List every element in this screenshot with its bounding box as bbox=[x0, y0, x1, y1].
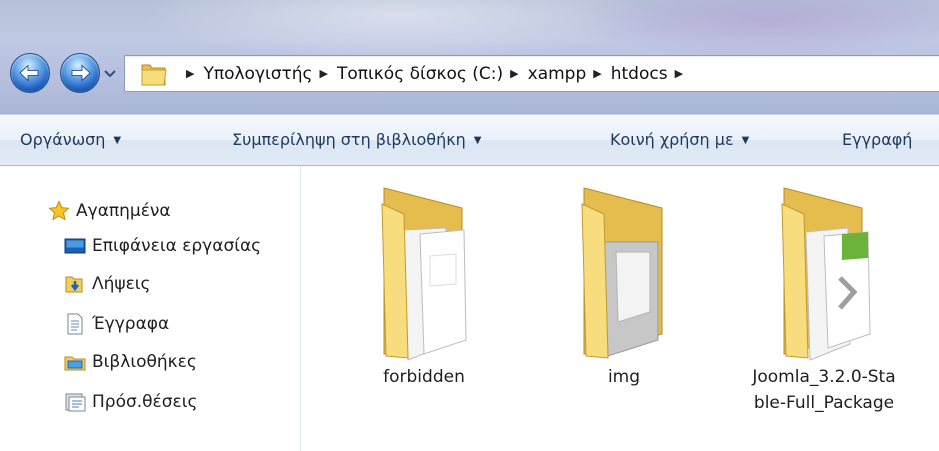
nav-item-places[interactable]: Πρόσ.θέσεις bbox=[64, 388, 197, 416]
folder-name: Joomla_3.2.0-Sta ble-Full_Package bbox=[734, 364, 914, 416]
chevron-down-icon bbox=[104, 70, 116, 78]
navigation-pane: Αγαπημένα Επιφάνεια εργασίας Λήψεις Έγγρ… bbox=[0, 166, 301, 451]
burn-button[interactable]: Εγγραφή bbox=[842, 130, 912, 149]
command-bar: Οργάνωση ▼ Συμπερίληψη στη βιβλιοθήκη ▼ Κο… bbox=[0, 114, 939, 166]
address-bar[interactable]: ▶ Υπολογιστής ▶ Τοπικός δίσκος (C:) ▶ xa… bbox=[124, 55, 939, 92]
share-with-button[interactable]: Κοινή χρήση με ▼ bbox=[610, 130, 749, 149]
forward-button[interactable] bbox=[60, 53, 100, 93]
star-icon bbox=[48, 200, 70, 222]
recent-pages-dropdown[interactable] bbox=[102, 62, 118, 84]
nav-item-label: Λήψεις bbox=[92, 274, 151, 294]
caret-down-icon: ▼ bbox=[473, 135, 482, 146]
arrow-left-icon bbox=[19, 64, 39, 82]
folder-package-icon bbox=[781, 187, 871, 361]
nav-item-label: Βιβλιοθήκες bbox=[92, 352, 197, 372]
folder-name: img bbox=[607, 367, 641, 387]
folder-name-line: Joomla_3.2.0-Sta bbox=[752, 367, 896, 387]
folder-item-joomla-package[interactable]: Joomla_3.2.0-Sta ble-Full_Package bbox=[734, 166, 914, 426]
recent-places-icon bbox=[64, 391, 86, 413]
burn-label: Εγγραφή bbox=[842, 130, 913, 149]
documents-icon bbox=[64, 313, 86, 335]
organize-menu-button[interactable]: Οργάνωση ▼ bbox=[20, 130, 121, 149]
libraries-icon bbox=[64, 351, 86, 373]
breadcrumb-separator-icon[interactable]: ▶ bbox=[510, 67, 518, 80]
nav-item-label: Αγαπημένα bbox=[76, 201, 171, 221]
nav-item-label: Έγγραφα bbox=[92, 314, 170, 334]
aero-glow bbox=[560, 0, 939, 60]
organize-label: Οργάνωση bbox=[20, 130, 106, 149]
nav-item-label: Επιφάνεια εργασίας bbox=[92, 236, 262, 256]
caret-down-icon: ▼ bbox=[113, 135, 122, 146]
breadcrumb-htdocs[interactable]: htdocs bbox=[611, 64, 668, 84]
nav-item-downloads[interactable]: Λήψεις bbox=[64, 270, 151, 298]
breadcrumb-separator-icon[interactable]: ▶ bbox=[675, 67, 683, 80]
title-bar: ▶ Υπολογιστής ▶ Τοπικός δίσκος (C:) ▶ xa… bbox=[0, 0, 939, 114]
downloads-folder-icon bbox=[64, 273, 86, 295]
caret-down-icon: ▼ bbox=[741, 135, 750, 146]
share-with-label: Κοινή χρήση με bbox=[610, 130, 734, 149]
folder-name-line: ble-Full_Package bbox=[753, 393, 895, 413]
nav-item-documents[interactable]: Έγγραφα bbox=[64, 310, 169, 338]
breadcrumb: ▶ Υπολογιστής ▶ Τοπικός δίσκος (C:) ▶ xa… bbox=[179, 56, 692, 91]
file-list: forbidden img Joomla_3.2.0-Sta ble-Full_… bbox=[301, 166, 939, 451]
include-library-label: Συμπερίληψη στη βιβλιοθήκη bbox=[232, 130, 466, 149]
breadcrumb-separator-icon[interactable]: ▶ bbox=[320, 67, 328, 80]
folder-item-forbidden[interactable]: forbidden bbox=[334, 166, 514, 406]
nav-item-label: Πρόσ.θέσεις bbox=[92, 392, 198, 412]
arrow-right-icon bbox=[71, 64, 91, 82]
folder-item-img[interactable]: img bbox=[534, 166, 714, 406]
nav-item-libraries[interactable]: Βιβλιοθήκες bbox=[64, 348, 197, 376]
nav-item-favorites[interactable]: Αγαπημένα bbox=[48, 197, 171, 225]
folder-icon bbox=[141, 64, 167, 86]
desktop-icon bbox=[64, 235, 86, 257]
breadcrumb-separator-icon[interactable]: ▶ bbox=[186, 67, 194, 80]
folder-name: forbidden bbox=[383, 367, 465, 387]
breadcrumb-computer[interactable]: Υπολογιστής bbox=[203, 64, 312, 84]
breadcrumb-separator-icon[interactable]: ▶ bbox=[593, 67, 601, 80]
include-in-library-button[interactable]: Συμπερίληψη στη βιβλιοθήκη ▼ bbox=[232, 130, 482, 149]
back-button[interactable] bbox=[10, 53, 50, 93]
nav-item-desktop[interactable]: Επιφάνεια εργασίας bbox=[64, 232, 261, 260]
breadcrumb-xampp[interactable]: xampp bbox=[528, 64, 587, 84]
folder-documents-icon bbox=[381, 187, 467, 361]
folder-images-icon bbox=[581, 187, 663, 359]
breadcrumb-local-disk[interactable]: Τοπικός δίσκος (C:) bbox=[337, 64, 503, 84]
